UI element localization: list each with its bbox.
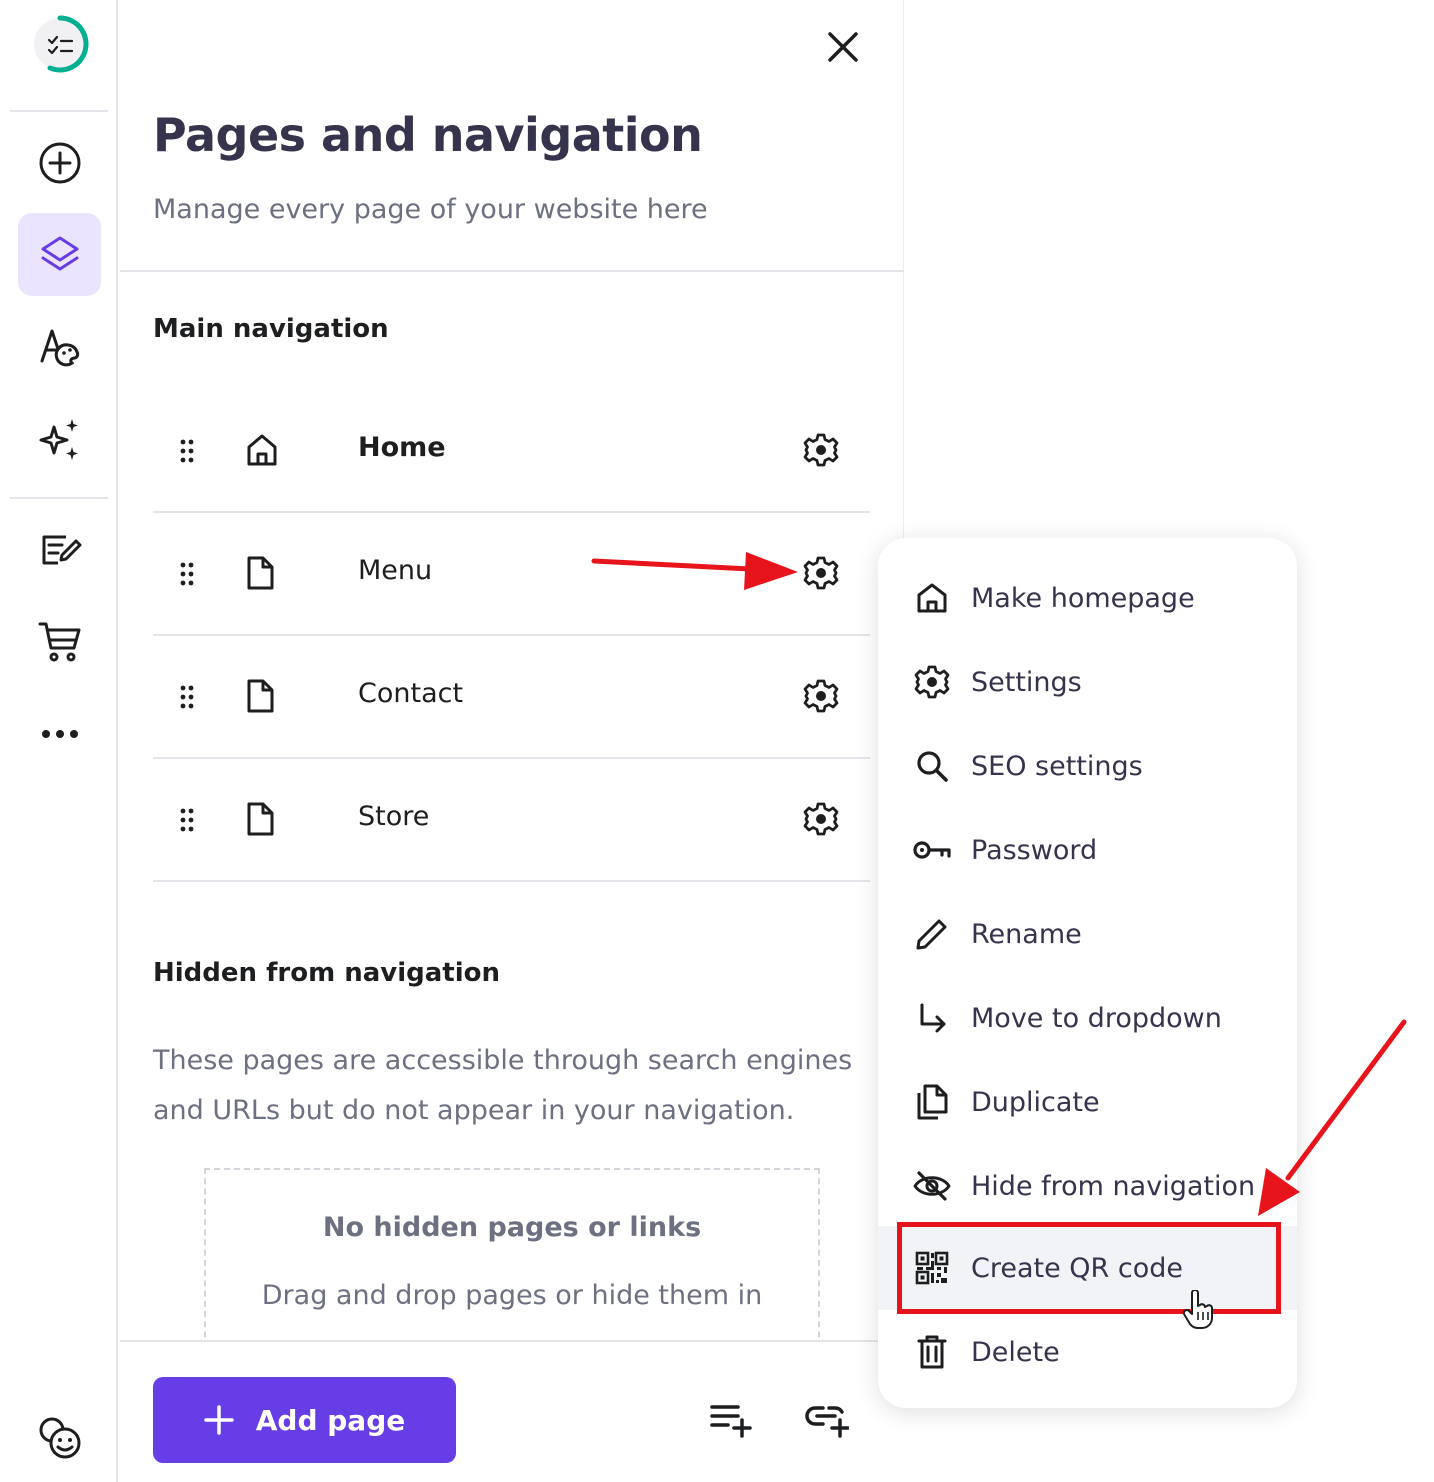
gear-icon[interactable] [803, 432, 839, 468]
menu-item-move-to-dropdown[interactable]: Move to dropdown [878, 976, 1297, 1060]
page-label: Contact [358, 678, 464, 709]
page-icon [247, 802, 274, 836]
annotation-arrow-icon [591, 552, 798, 590]
menu-item-password[interactable]: Password [878, 808, 1297, 892]
gear-icon[interactable] [803, 801, 839, 837]
panel-title: Pages and navigation [153, 108, 703, 162]
menu-item-hide-from-navigation[interactable]: Hide from navigation [878, 1144, 1297, 1228]
page-icon [247, 679, 274, 713]
page-row-contact[interactable]: Contact [153, 636, 870, 759]
menu-item-label: Make homepage [971, 582, 1195, 614]
page-label: Home [358, 432, 446, 463]
menu-item-label: Hide from navigation [971, 1170, 1256, 1202]
menu-item-label: Duplicate [971, 1086, 1100, 1118]
hidden-navigation-title: Hidden from navigation [153, 958, 501, 988]
sparkles-icon [39, 418, 78, 460]
menu-item-delete[interactable]: Delete [878, 1310, 1297, 1394]
menu-item-settings[interactable]: Settings [878, 640, 1297, 724]
gear-icon[interactable] [803, 555, 839, 591]
add-element-button[interactable] [18, 121, 101, 204]
annotation-highlight-box [897, 1222, 1281, 1314]
arrow-down-right-icon [912, 998, 952, 1038]
add-link-icon[interactable] [805, 1402, 849, 1438]
gear-icon [912, 662, 952, 702]
menu-item-seo-settings[interactable]: SEO settings [878, 724, 1297, 808]
plus-circle-icon [39, 142, 80, 183]
styles-button[interactable] [18, 305, 101, 388]
more-button[interactable] [18, 692, 101, 775]
trash-icon [912, 1332, 952, 1372]
add-page-label: Add page [255, 1403, 406, 1437]
drag-handle-icon[interactable] [179, 438, 195, 464]
add-page-button[interactable]: Add page [153, 1377, 456, 1463]
hidden-pages-dropzone[interactable]: No hidden pages or links Drag and drop p… [204, 1168, 820, 1358]
panel-subtitle: Manage every page of your website here [153, 194, 708, 225]
panel-footer: Add page [120, 1340, 904, 1482]
eye-off-icon [912, 1166, 952, 1206]
annotation-arrow-icon [1258, 1019, 1407, 1216]
edit-list-icon [42, 535, 81, 564]
page-icon [247, 556, 274, 590]
divider [120, 270, 904, 272]
home-icon [912, 578, 952, 618]
key-icon [912, 830, 952, 870]
cart-icon [38, 622, 80, 661]
search-icon [912, 746, 952, 786]
rail-divider [10, 110, 108, 112]
pages-button[interactable] [18, 213, 101, 296]
empty-state-text: Drag and drop pages or hide them in [261, 1280, 763, 1311]
home-icon [247, 434, 277, 466]
store-button[interactable] [18, 600, 101, 683]
pencil-icon [912, 914, 952, 954]
ai-tools-button[interactable] [18, 397, 101, 480]
add-dropdown-icon[interactable] [710, 1402, 752, 1438]
smiley-icon [39, 1417, 80, 1458]
plus-icon [204, 1405, 234, 1435]
font-palette-icon [40, 329, 79, 366]
close-icon [828, 32, 858, 62]
menu-item-rename[interactable]: Rename [878, 892, 1297, 976]
blog-button[interactable] [18, 509, 101, 592]
rail-divider [10, 497, 108, 499]
page-row-store[interactable]: Store [153, 759, 870, 882]
progress-checklist-icon[interactable] [30, 14, 90, 74]
empty-state-title: No hidden pages or links [322, 1212, 702, 1243]
menu-item-label: Move to dropdown [971, 1002, 1222, 1034]
page-label: Menu [358, 555, 433, 586]
drag-handle-icon[interactable] [179, 807, 195, 833]
menu-item-label: Settings [971, 666, 1082, 698]
layers-icon [41, 236, 78, 270]
duplicate-icon [912, 1082, 952, 1122]
menu-item-duplicate[interactable]: Duplicate [878, 1060, 1297, 1144]
help-button[interactable] [18, 1396, 101, 1479]
page-label: Store [358, 801, 430, 832]
drag-handle-icon[interactable] [179, 684, 195, 710]
page-row-home[interactable]: Home [153, 390, 870, 513]
menu-item-label: Delete [971, 1336, 1060, 1368]
hidden-navigation-description: These pages are accessible through searc… [153, 1045, 853, 1126]
pages-panel: Pages and navigation Manage every page o… [120, 0, 904, 1482]
drag-handle-icon[interactable] [179, 561, 195, 587]
gear-icon[interactable] [803, 678, 839, 714]
left-rail [0, 0, 118, 1482]
more-dots-icon [41, 729, 78, 738]
menu-item-label: Password [971, 834, 1098, 866]
menu-item-label: SEO settings [971, 750, 1143, 782]
menu-item-label: Rename [971, 918, 1082, 950]
menu-item-make-homepage[interactable]: Make homepage [878, 556, 1297, 640]
main-navigation-title: Main navigation [153, 314, 389, 344]
close-button[interactable] [820, 24, 866, 70]
hand-cursor-icon [1182, 1290, 1213, 1329]
